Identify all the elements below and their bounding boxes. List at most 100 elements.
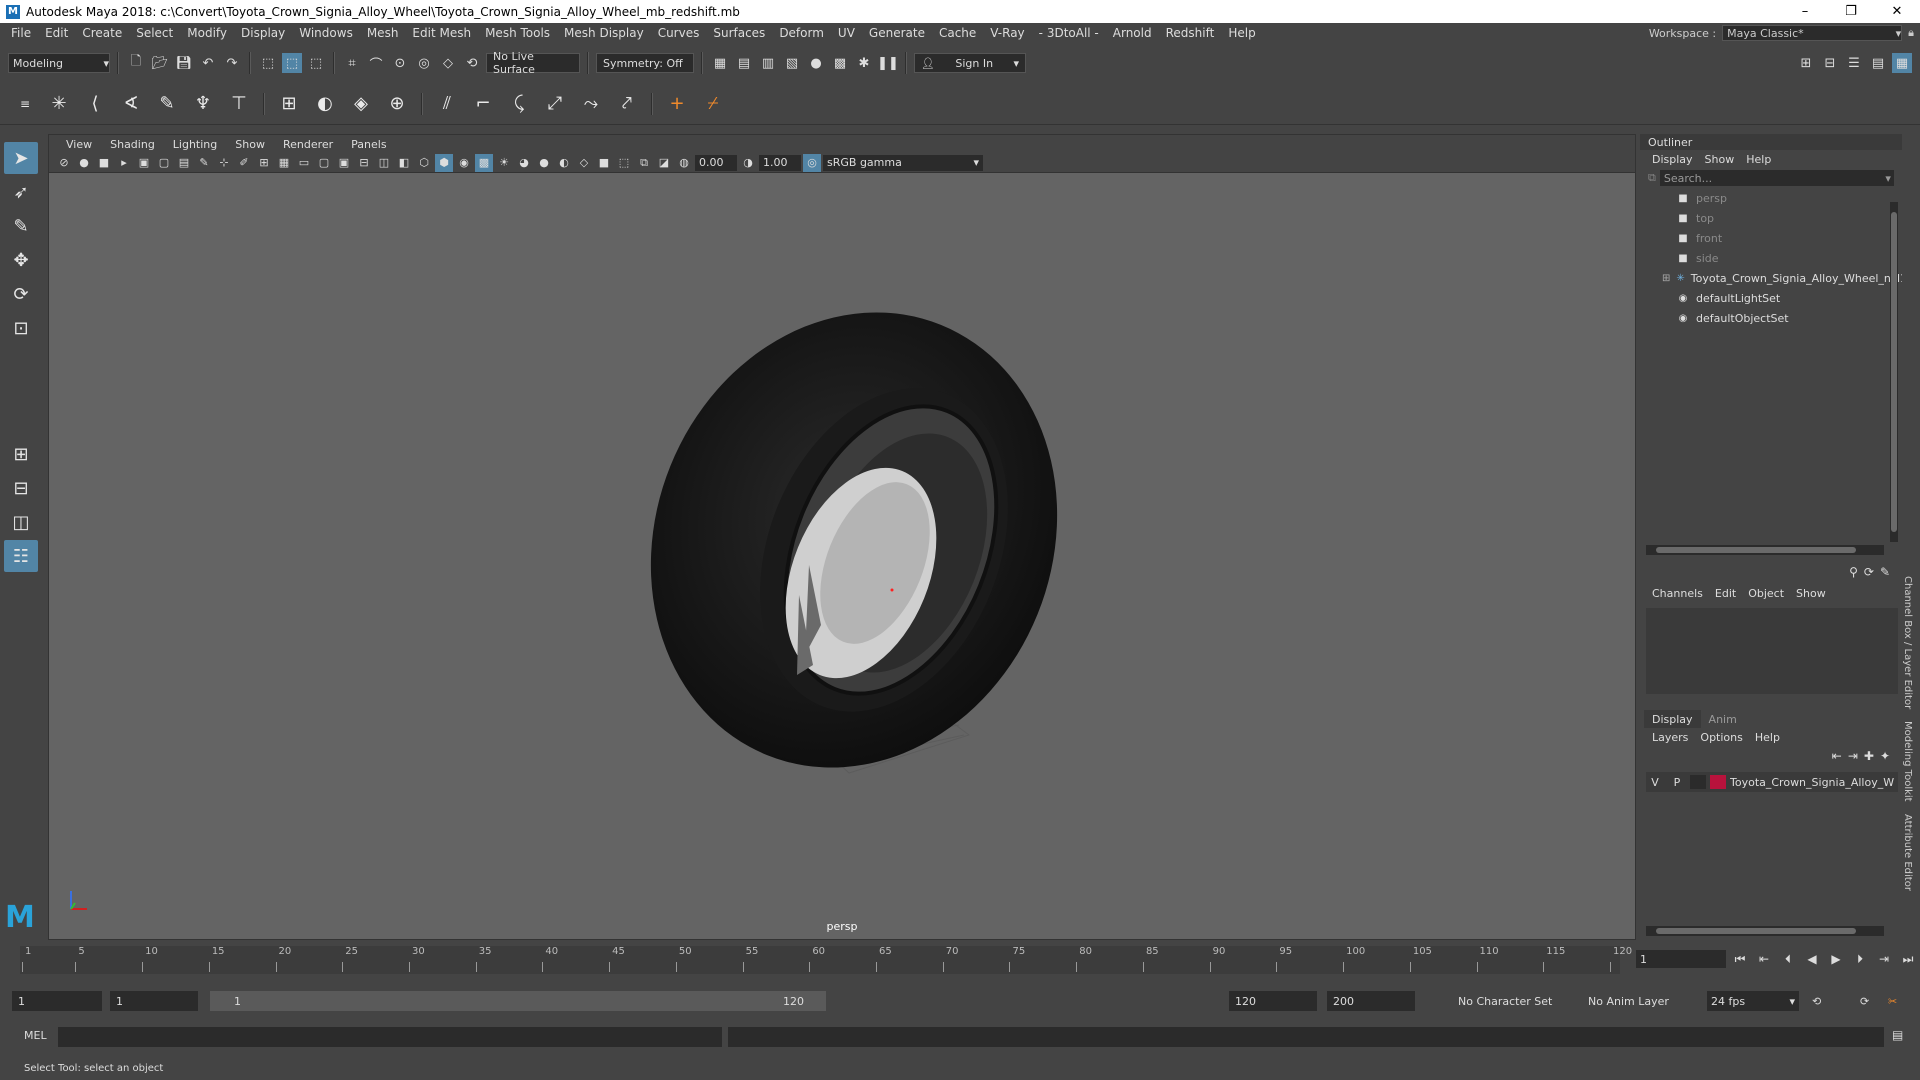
planar-icon[interactable]: ◈ — [346, 89, 376, 119]
new-scene-icon[interactable]: 🗋︎ — [126, 53, 146, 73]
layer-horizontal-scrollbar[interactable] — [1646, 926, 1884, 936]
bevel-plus-icon[interactable]: ⫽ — [432, 89, 462, 119]
grease-pencil-icon[interactable]: ✎ — [195, 154, 213, 172]
textured-icon[interactable]: ◉ — [455, 154, 473, 172]
step-forward-key-icon[interactable]: ⇥ — [1874, 948, 1894, 970]
play-backward-icon[interactable]: ◀ — [1802, 948, 1822, 970]
outliner-item-side[interactable]: ■ side — [1640, 248, 1902, 268]
layer-color-swatch[interactable] — [1710, 775, 1726, 789]
paint-select-icon[interactable]: ✎ — [4, 210, 38, 242]
curve-ep-icon[interactable]: ∢ — [116, 89, 146, 119]
workspace-dropdown[interactable]: Maya Classic* ▾ — [1722, 25, 1903, 41]
bezier-curve-icon[interactable]: ♆ — [188, 89, 218, 119]
channel-box-area[interactable] — [1646, 608, 1898, 694]
select-camera-icon[interactable]: ⊘ — [55, 154, 73, 172]
view-transform-dropdown[interactable]: sRGB gamma ▾ — [823, 154, 983, 171]
gamma-icon[interactable]: ◑ — [739, 154, 757, 172]
menu-edit[interactable]: Edit — [38, 26, 75, 40]
script-editor-icon[interactable]: ▤ — [1892, 1028, 1903, 1042]
gamma-field[interactable]: 1.00 — [759, 154, 801, 171]
menu-curves[interactable]: Curves — [651, 26, 707, 40]
xray-active-icon[interactable]: ⬚ — [615, 154, 633, 172]
detach-curves-icon[interactable]: ⤹ — [504, 89, 534, 119]
go-to-end-icon[interactable]: ⏭ — [1898, 948, 1918, 970]
menu-surfaces[interactable]: Surfaces — [706, 26, 772, 40]
outliner-layout-icon[interactable]: ☷ — [4, 540, 38, 572]
channel-box-menu-channels[interactable]: Channels — [1646, 587, 1709, 600]
menu-display[interactable]: Display — [234, 26, 292, 40]
menu-cache[interactable]: Cache — [932, 26, 983, 40]
current-frame-field[interactable]: 1 — [1636, 950, 1726, 968]
layer-display-type[interactable] — [1690, 775, 1706, 789]
menu-select[interactable]: Select — [129, 26, 180, 40]
shaded-cube-icon[interactable]: ⬢ — [435, 153, 453, 172]
channel-box-menu-show[interactable]: Show — [1790, 587, 1832, 600]
select-object-icon[interactable]: ⬚ — [282, 53, 302, 73]
character-set-dropdown[interactable]: No Character Set — [1458, 991, 1552, 1011]
snap-grid-icon[interactable]: ⌗ — [342, 53, 362, 73]
motion-blur-icon[interactable]: ● — [535, 154, 553, 172]
tab-anim[interactable]: Anim — [1701, 710, 1745, 728]
undo-icon[interactable]: ↶ — [198, 53, 218, 73]
snap-live-icon[interactable]: ⟲ — [462, 53, 482, 73]
command-input[interactable] — [58, 1027, 722, 1047]
shelf-menu-icon[interactable]: ≡ — [10, 89, 40, 119]
edit-icon[interactable]: ✎ — [1880, 565, 1890, 579]
depth-of-field-icon[interactable]: ◇ — [575, 154, 593, 172]
live-surface-field[interactable]: No Live Surface — [486, 50, 580, 76]
minimize-button[interactable]: – — [1782, 0, 1828, 23]
use-all-lights-icon[interactable]: ▩ — [475, 153, 493, 172]
fps-dropdown[interactable]: 24 fps ▾ — [1707, 991, 1799, 1011]
menu-mesh-display[interactable]: Mesh Display — [557, 26, 651, 40]
scale-tool-icon[interactable]: ⊡ — [4, 312, 38, 344]
redo-icon[interactable]: ↷ — [222, 53, 242, 73]
exposure-field[interactable]: 0.00 — [695, 154, 737, 171]
insert-knot-icon[interactable]: ⤢ — [540, 89, 570, 119]
four-view-layout-icon[interactable]: ⊟ — [4, 472, 38, 504]
play-forward-icon[interactable]: ▶ — [1826, 948, 1846, 970]
close-button[interactable]: ✕ — [1874, 0, 1920, 23]
channel-box-menu-object[interactable]: Object — [1742, 587, 1790, 600]
new-layer-icon[interactable]: ✚ — [1864, 749, 1874, 763]
anti-aliasing-icon[interactable]: ◐ — [555, 154, 573, 172]
symmetry-dropdown[interactable]: Symmetry: Off — [596, 53, 694, 73]
bookmarks-icon[interactable]: ▸ — [115, 154, 133, 172]
snap-surface-icon[interactable]: ◇ — [438, 53, 458, 73]
filter-icon[interactable]: ⧉ — [1648, 171, 1656, 185]
layer-editor-icon[interactable]: ▦ — [1892, 53, 1912, 73]
menu-mesh[interactable]: Mesh — [360, 26, 406, 40]
menu-redshift[interactable]: Redshift — [1159, 26, 1222, 40]
select-hierarchy-icon[interactable]: ⬚ — [258, 53, 278, 73]
maximize-button[interactable]: ❐ — [1828, 0, 1874, 23]
range-slider-bar[interactable]: 1 120 — [210, 991, 826, 1011]
xray-joints-icon[interactable]: ◧ — [395, 154, 413, 172]
open-scene-icon[interactable]: 📂︎ — [150, 53, 170, 73]
time-ruler[interactable]: 1 5 10 15 20 25 30 35 40 45 50 55 60 65 70 75 80 85 90 95 10… — [20, 946, 1632, 974]
safe-action-icon[interactable]: ⊹ — [215, 154, 233, 172]
viewport-menu-shading[interactable]: Shading — [101, 138, 164, 151]
menu-edit-mesh[interactable]: Edit Mesh — [405, 26, 478, 40]
snap-view-icon[interactable]: ◎ — [414, 53, 434, 73]
render-view-icon[interactable]: ▦ — [710, 53, 730, 73]
render-setup-icon[interactable]: ▩ — [830, 53, 850, 73]
render-frame-icon[interactable]: ▤ — [734, 53, 754, 73]
tab-display[interactable]: Display — [1644, 710, 1701, 728]
key-icon[interactable]: ⚲ — [1849, 565, 1858, 579]
lasso-tool-icon[interactable]: ➶ — [4, 176, 38, 208]
scrollbar-thumb[interactable] — [1891, 212, 1897, 532]
layer-menu-layers[interactable]: Layers — [1646, 731, 1694, 744]
side-tab-channel-box[interactable]: Channel Box / Layer Editor — [1902, 570, 1913, 715]
color-management-icon[interactable]: ◎ — [803, 153, 821, 172]
tool-settings-icon[interactable]: ☰ — [1844, 53, 1864, 73]
step-forward-frame-icon[interactable]: ⏵ — [1850, 948, 1870, 970]
menu-modify[interactable]: Modify — [180, 26, 234, 40]
menu-deform[interactable]: Deform — [772, 26, 831, 40]
loop-icon[interactable]: ⟲ — [1812, 991, 1821, 1011]
scrollbar-thumb[interactable] — [1656, 547, 1856, 553]
animation-end-field[interactable]: 200 — [1327, 991, 1415, 1011]
render-settings-icon[interactable]: ▧ — [782, 53, 802, 73]
rotate-tool-icon[interactable]: ⟳ — [4, 278, 38, 310]
outliner-search-input[interactable]: Search... ▾ — [1659, 170, 1894, 186]
revolve-icon[interactable]: ⊞ — [274, 89, 304, 119]
poly-star-icon[interactable]: ✳ — [44, 89, 74, 119]
